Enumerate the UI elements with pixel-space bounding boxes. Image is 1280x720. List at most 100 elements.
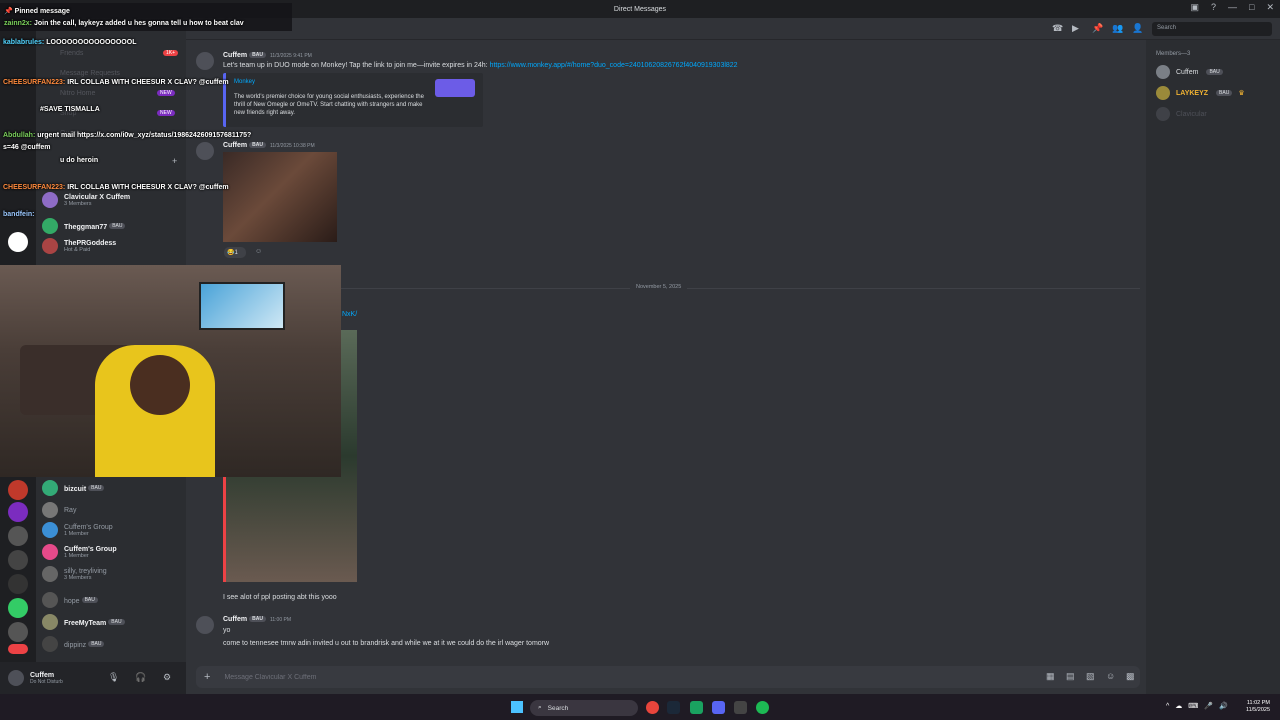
tag-badge: BAU <box>109 223 126 230</box>
friends-link[interactable]: Friends <box>60 50 83 57</box>
link-embed[interactable]: Monkey The world's premier choice for yo… <box>223 73 483 127</box>
gif-icon[interactable]: ▤ <box>1066 671 1075 682</box>
avatar <box>42 238 58 254</box>
dm-item[interactable]: FreeMyTeam BAU <box>42 614 182 630</box>
avatar <box>42 502 58 518</box>
dm-name: ThePRGoddess <box>64 239 117 247</box>
nitro-home-link[interactable]: Nitro Home <box>60 90 95 97</box>
embed-provider[interactable]: Monkey <box>234 79 255 85</box>
member-item[interactable]: Clavicular <box>1156 107 1207 121</box>
windows-start-icon[interactable] <box>511 701 523 713</box>
server-icon[interactable] <box>8 622 28 642</box>
close-button[interactable]: ✕ <box>1266 2 1274 13</box>
server-icon[interactable] <box>8 480 28 500</box>
embed-description: The world's premier choice for young soc… <box>234 94 424 117</box>
message-author[interactable]: Cuffem <box>223 52 247 59</box>
taskbar <box>0 694 1280 720</box>
dm-item[interactable]: bizcuit BAU <box>42 480 182 496</box>
invite-link[interactable]: https://www.monkey.app/#/home?duo_code=2… <box>490 62 738 69</box>
headphones-icon[interactable]: 🎧 <box>135 672 146 683</box>
dm-item[interactable]: hope BAU <box>42 592 182 608</box>
server-icon[interactable] <box>8 502 28 522</box>
message-author[interactable]: Cuffem <box>223 616 247 623</box>
tag-badge: BAU <box>249 52 266 59</box>
message-author[interactable]: Cuffem <box>223 142 247 149</box>
steam-icon[interactable] <box>667 701 680 714</box>
search-input[interactable]: Search <box>1152 22 1272 36</box>
minimize-button[interactable]: — <box>1228 2 1237 13</box>
maximize-button[interactable]: □ <box>1249 2 1254 13</box>
webcam-overlay <box>0 265 341 477</box>
avatar[interactable] <box>196 142 214 160</box>
chrome-icon[interactable] <box>646 701 659 714</box>
pin-icon[interactable]: 📌 <box>1092 23 1103 34</box>
apps-icon[interactable]: ▩ <box>1126 671 1135 682</box>
member-item[interactable]: Cuffem BAU <box>1156 65 1223 79</box>
avatar <box>42 192 58 208</box>
members-icon[interactable]: 👤 <box>1132 23 1143 34</box>
microphone-icon[interactable]: 🎙 <box>108 672 119 683</box>
emoji-icon[interactable]: ☺ <box>1106 671 1115 681</box>
dm-item[interactable]: silly, treyliving 3 Members <box>42 566 182 582</box>
server-icon[interactable] <box>8 526 28 546</box>
member-name: Cuffem <box>1176 68 1199 76</box>
dm-item[interactable]: ThePRGoddess Hot & Paid <box>42 238 182 254</box>
dm-name: bizcuit <box>64 485 87 493</box>
member-item[interactable]: LAYKEYZ BAU ♛ <box>1156 86 1245 100</box>
member-name: LAYKEYZ <box>1176 89 1209 97</box>
taskbar-clock[interactable]: 11:02 PM 11/5/2025 <box>1246 700 1270 714</box>
message-requests-link[interactable]: Message Requests <box>60 70 120 77</box>
dm-item[interactable]: dippinz BAU <box>42 636 182 652</box>
spotify-icon[interactable] <box>756 701 769 714</box>
new-badge <box>8 644 28 654</box>
add-reaction-icon[interactable]: ☺ <box>255 248 262 255</box>
dm-item[interactable]: Cuffem's Group 1 Member <box>42 544 182 560</box>
dm-item[interactable]: Ray <box>42 502 182 518</box>
image-attachment[interactable] <box>223 152 337 242</box>
system-tray[interactable]: ^☁⌨🎤🔊 <box>1166 702 1234 710</box>
avatar <box>42 614 58 630</box>
avatar[interactable] <box>8 670 24 686</box>
message-input[interactable] <box>224 673 925 681</box>
app-icon[interactable] <box>734 701 747 714</box>
dm-item[interactable]: Cuffem's Group 1 Member <box>42 522 182 538</box>
attach-plus-icon[interactable]: + <box>204 671 210 683</box>
discord-icon[interactable] <box>712 701 725 714</box>
avatar[interactable] <box>196 616 214 634</box>
tag-badge: BAU <box>88 485 105 492</box>
settings-icon[interactable]: ⚙ <box>163 672 171 683</box>
gift-icon[interactable]: ▦ <box>1046 671 1055 682</box>
chat-username: CHEESURFAN223: <box>3 79 66 86</box>
dm-item[interactable]: Clavicular X Cuffem 3 Members <box>42 192 182 208</box>
user-status: Do Not Disturb <box>30 678 63 685</box>
chat-text: u do heroin <box>60 157 99 164</box>
clock-date: 11/5/2025 <box>1245 707 1270 714</box>
voice-call-icon[interactable]: ☎ <box>1052 23 1063 34</box>
inbox-icon[interactable]: ▣ <box>1190 2 1199 13</box>
chat-text: IRL COLLAB WITH CHEESUR X CLAV? @cuffem <box>67 184 229 191</box>
video-call-icon[interactable]: ▶ <box>1072 23 1079 34</box>
server-icon[interactable] <box>8 574 28 594</box>
taskbar-search[interactable]: ⌕ Search <box>530 700 638 716</box>
dm-subtext: 3 Members <box>64 574 92 581</box>
sticker-icon[interactable]: ▧ <box>1086 671 1095 682</box>
avatar[interactable] <box>196 52 214 70</box>
dm-name: Ray <box>64 506 77 514</box>
add-friends-icon[interactable]: 👥 <box>1112 23 1123 34</box>
partial-link[interactable]: NxK/ <box>342 311 357 318</box>
server-icon[interactable] <box>8 550 28 570</box>
chat-text: LOOOOOOOOOOOOOOOL <box>46 39 137 46</box>
server-icon[interactable] <box>8 598 28 618</box>
pinned-label: Pinned message <box>14 8 70 15</box>
reaction-button[interactable]: 😂1 <box>224 247 246 258</box>
dm-item[interactable]: Theggman77 BAU <box>42 218 182 234</box>
app-icon[interactable] <box>690 701 703 714</box>
avatar <box>42 544 58 560</box>
avatar <box>1156 86 1170 100</box>
embed-thumbnail[interactable] <box>435 79 475 97</box>
help-icon[interactable]: ? <box>1211 2 1216 13</box>
add-dm-icon[interactable]: + <box>172 156 177 166</box>
timestamp: 11/3/2025 10:38 PM <box>269 143 315 149</box>
nitro-new-badge: NEW <box>157 90 175 96</box>
server-icon[interactable] <box>8 232 28 252</box>
